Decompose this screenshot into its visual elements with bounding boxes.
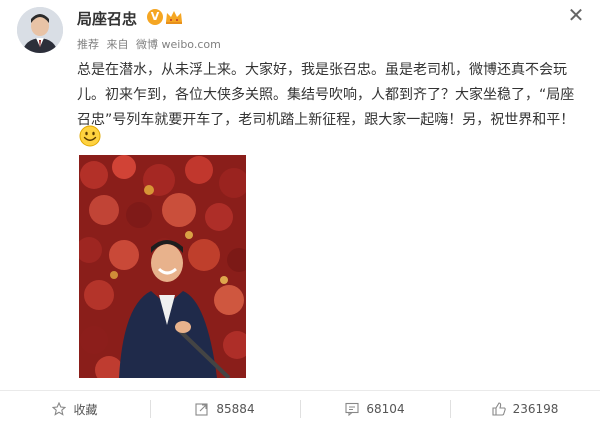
post-line: 召忠”号列车就要开车了，老司机踏上新征程，跟大家一起嗨！另，祝世界和平！	[77, 112, 575, 128]
post-line: 总是在潜水，从未浮上来。大家好，我是张召忠。虽是老司机，微博还真不会玩	[77, 62, 567, 78]
comment-icon	[345, 402, 359, 416]
source-prefix: 来自	[106, 38, 129, 51]
post-line: 儿。初来乍到，各位大侠多关照。集结号吹响，人都到齐了？大家坐稳了，“局座	[77, 87, 575, 103]
repost-count: 85884	[216, 402, 255, 416]
thumbs-up-icon	[492, 402, 506, 416]
comment-button[interactable]: 68104	[300, 391, 450, 427]
post-photo-image	[79, 155, 246, 378]
favorite-button[interactable]: 收藏	[0, 391, 150, 427]
comment-count: 68104	[366, 402, 405, 416]
username[interactable]: 局座召忠	[77, 8, 137, 29]
repost-icon	[195, 403, 208, 416]
badges: V	[147, 9, 183, 25]
post-text: 总是在潜水，从未浮上来。大家好，我是张召忠。虽是老司机，微博还真不会玩 儿。初来…	[77, 58, 582, 133]
avatar[interactable]	[17, 7, 63, 53]
like-count: 236198	[512, 402, 559, 416]
crown-icon	[166, 11, 182, 24]
smile-emoji-icon	[79, 125, 101, 147]
close-icon: ✕	[567, 3, 585, 27]
source-link[interactable]: 微博 weibo.com	[136, 38, 221, 51]
recommend-tag: 推荐	[77, 38, 99, 51]
action-bar: 收藏 85884 68104 236198	[0, 390, 600, 427]
favorite-label: 收藏	[73, 402, 98, 417]
repost-button[interactable]: 85884	[150, 391, 300, 427]
star-icon	[52, 402, 67, 416]
close-button[interactable]: ✕	[565, 4, 587, 26]
verified-badge: V	[147, 9, 163, 25]
like-button[interactable]: 236198	[450, 391, 600, 427]
post-meta: 推荐 来自 微博 weibo.com	[77, 36, 225, 52]
avatar-image	[17, 7, 63, 53]
post-photo[interactable]	[79, 155, 246, 378]
